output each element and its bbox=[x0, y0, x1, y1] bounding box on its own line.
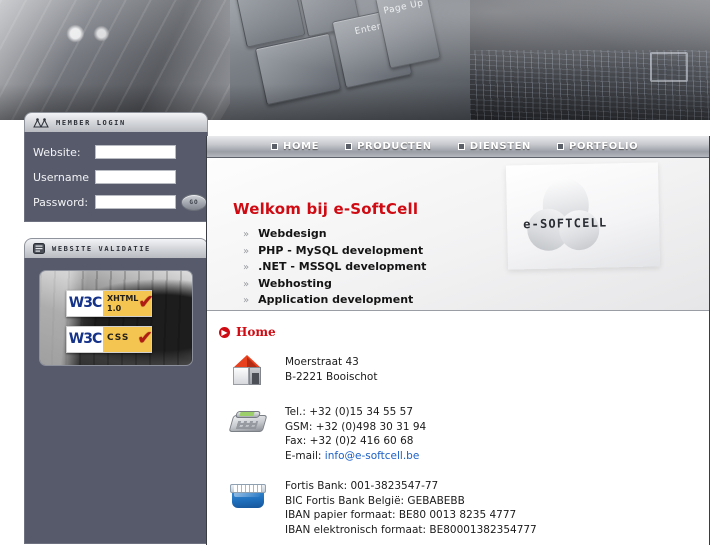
password-label: Password: bbox=[33, 195, 89, 209]
square-bullet-icon bbox=[271, 143, 278, 150]
bank-block: Fortis Bank: 001-3823547-77 BIC Fortis B… bbox=[219, 479, 709, 537]
main-content: HOME PRODUCTEN DIENSTEN PORTFOLIO Welkom… bbox=[206, 136, 710, 545]
service-item: » Application development bbox=[243, 292, 426, 309]
check-icon: ✔ bbox=[138, 291, 154, 313]
monitor-icon bbox=[33, 243, 45, 254]
chevron-right-icon: » bbox=[243, 262, 250, 274]
nav-label-diensten: DIENSTEN bbox=[469, 141, 532, 152]
w3c-xhtml-badge[interactable]: W3C XHTML 1.0 ✔ bbox=[66, 290, 154, 317]
service-item: » Webdesign bbox=[243, 226, 426, 243]
address-line: B-2221 Booischot bbox=[285, 370, 378, 383]
bank-line-iban-paper: IBAN papier formaat: BE80 0013 8235 4777 bbox=[285, 509, 517, 521]
address-block: Moerstraat 43 B-2221 Booischot bbox=[219, 355, 709, 389]
check-icon: ✔ bbox=[137, 327, 154, 349]
login-go-button[interactable]: GO bbox=[181, 193, 207, 211]
nav-item-producten[interactable]: PRODUCTEN bbox=[345, 141, 432, 152]
contact-line-tel: Tel.: +32 (0)15 34 55 57 bbox=[285, 406, 414, 418]
bank-icon bbox=[227, 479, 277, 513]
member-login-panel: MEMBER LOGIN Website: Username Password:… bbox=[24, 112, 208, 222]
nav-label-home: HOME bbox=[283, 141, 320, 152]
nav-item-portfolio[interactable]: PORTFOLIO bbox=[557, 141, 638, 152]
services-list: » Webdesign » PHP - MySQL development » .NE… bbox=[243, 226, 426, 309]
service-label: Webdesign bbox=[258, 227, 327, 240]
username-row: Username bbox=[33, 166, 207, 188]
service-label: Webhosting bbox=[258, 276, 332, 290]
email-link[interactable]: info@e-softcell.be bbox=[325, 450, 420, 462]
service-label: PHP - MySQL development bbox=[258, 243, 424, 257]
website-validation-panel: WEBSITE VALIDATIE W3C XHTML 1.0 ✔ W3C CS… bbox=[24, 238, 208, 544]
hero-title: Welkom bij e-SoftCell bbox=[233, 200, 419, 218]
house-icon bbox=[227, 355, 277, 389]
contact-line-gsm: GSM: +32 (0)498 30 31 94 bbox=[285, 420, 427, 433]
breadcrumb-label: Home bbox=[236, 325, 276, 339]
chevron-right-icon: » bbox=[243, 295, 250, 307]
w3c-css-text: CSS ✔ bbox=[103, 327, 154, 352]
breadcrumb: ▶ Home bbox=[219, 325, 709, 339]
service-item: » Webhosting bbox=[243, 276, 426, 293]
company-logo: e-SOFTCELL bbox=[505, 162, 661, 270]
w3c-mark-xhtml: W3C bbox=[67, 291, 103, 316]
address-text: Moerstraat 43 B-2221 Booischot bbox=[285, 355, 377, 384]
member-login-header: MEMBER LOGIN bbox=[24, 112, 208, 132]
website-validation-title: WEBSITE VALIDATIE bbox=[52, 244, 151, 253]
chevron-right-icon: » bbox=[243, 278, 250, 290]
service-item: » .NET - MSSQL development bbox=[243, 259, 426, 276]
website-row: Website: bbox=[33, 141, 207, 163]
nav-label-producten: PRODUCTEN bbox=[357, 141, 432, 152]
page-right-margin bbox=[710, 0, 727, 545]
banner-vignette bbox=[0, 0, 710, 120]
square-bullet-icon bbox=[345, 143, 353, 150]
w3c-xhtml-line1: XHTML bbox=[107, 294, 139, 303]
address-line: Moerstraat 43 bbox=[285, 356, 359, 368]
hero-section: Welkom bij e-SoftCell » Webdesign » PHP - … bbox=[207, 158, 709, 311]
service-label: Application development bbox=[258, 293, 414, 307]
arrow-right-icon: ▶ bbox=[219, 326, 230, 338]
website-label: Website: bbox=[33, 145, 81, 159]
w3c-css-line1: CSS bbox=[107, 333, 130, 343]
w3c-xhtml-line2: 1.0 bbox=[107, 304, 122, 313]
website-input[interactable] bbox=[95, 145, 176, 159]
password-input[interactable] bbox=[95, 195, 176, 209]
contact-text: Tel.: +32 (0)15 34 55 57 GSM: +32 (0)498… bbox=[285, 405, 426, 463]
username-label: Username bbox=[33, 170, 90, 184]
contact-line-email: E-mail: info@e-softcell.be bbox=[285, 449, 426, 464]
service-item: » PHP - MySQL development bbox=[243, 243, 426, 260]
nav-label-portfolio: PORTFOLIO bbox=[569, 141, 639, 152]
logo-text: e-SOFTCELL bbox=[523, 215, 608, 232]
w3c-xhtml-text: XHTML 1.0 ✔ bbox=[103, 291, 154, 316]
username-input[interactable] bbox=[95, 170, 176, 184]
website-validation-body: W3C XHTML 1.0 ✔ W3C CSS ✔ bbox=[24, 258, 208, 544]
password-row: Password: GO bbox=[33, 191, 207, 213]
sidebar: MEMBER LOGIN Website: Username Password:… bbox=[24, 112, 208, 545]
contact-block: Tel.: +32 (0)15 34 55 57 GSM: +32 (0)498… bbox=[219, 405, 709, 463]
page-root: Enter Page Up MEMBER LOGIN bbox=[0, 0, 727, 545]
service-label: .NET - MSSQL development bbox=[258, 260, 427, 274]
square-bullet-icon bbox=[557, 143, 565, 150]
member-login-title: MEMBER LOGIN bbox=[56, 118, 126, 127]
main-navigation: HOME PRODUCTEN DIENSTEN PORTFOLIO bbox=[207, 136, 709, 158]
bank-line-iban-electronic: IBAN elektronisch formaat: BE80001382354… bbox=[285, 523, 537, 536]
website-validation-header: WEBSITE VALIDATIE bbox=[24, 238, 208, 258]
w3c-mark-css: W3C bbox=[67, 327, 103, 352]
bank-line-bic: BIC Fortis Bank België: GEBABEBB bbox=[285, 494, 465, 507]
header-banner-image: Enter Page Up bbox=[0, 0, 710, 120]
chevron-right-icon: » bbox=[243, 245, 250, 257]
w3c-css-badge[interactable]: W3C CSS ✔ bbox=[66, 326, 154, 353]
square-bullet-icon bbox=[457, 143, 465, 150]
nav-item-diensten[interactable]: DIENSTEN bbox=[457, 141, 532, 152]
chevron-right-icon: » bbox=[243, 229, 250, 240]
bank-text: Fortis Bank: 001-3823547-77 BIC Fortis B… bbox=[285, 479, 537, 537]
bank-line-account: Fortis Bank: 001-3823547-77 bbox=[285, 480, 439, 492]
content-area: ▶ Home Moerstraat 43 B-2221 Booischot Te… bbox=[207, 311, 709, 543]
validation-badges-image: W3C XHTML 1.0 ✔ W3C CSS ✔ bbox=[39, 270, 193, 366]
members-icon bbox=[33, 117, 49, 127]
email-label: E-mail: bbox=[285, 449, 325, 462]
phone-icon bbox=[227, 405, 277, 439]
contact-line-fax: Fax: +32 (0)2 416 60 68 bbox=[285, 435, 414, 447]
member-login-body: Website: Username Password: GO bbox=[24, 132, 208, 222]
nav-item-home[interactable]: HOME bbox=[271, 141, 319, 152]
